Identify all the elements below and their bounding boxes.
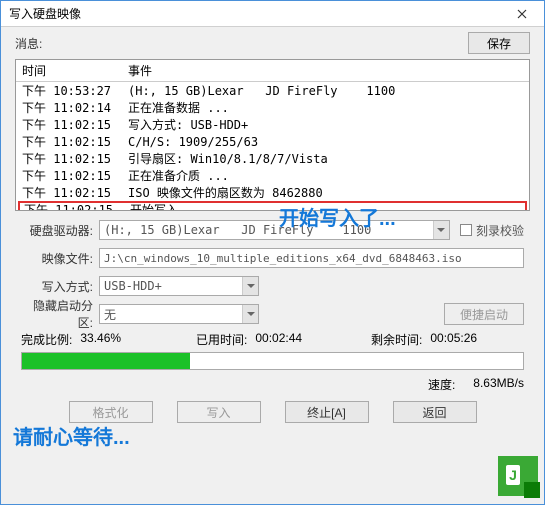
row-image: 映像文件: J:\cn_windows_10_multiple_editions… (21, 247, 524, 269)
log-panel[interactable]: 时间 事件 下午 10:53:27(H:, 15 GB)Lexar JD Fir… (15, 59, 530, 211)
row-hidden: 隐藏启动分区: 无 便捷启动 (21, 303, 524, 325)
window-title: 写入硬盘映像 (5, 5, 504, 22)
portable-boot-button[interactable]: 便捷启动 (444, 303, 524, 325)
write-button[interactable]: 写入 (177, 401, 261, 423)
brand-logo: J (490, 450, 542, 502)
annotation-please-wait: 请耐心等待... (13, 421, 130, 450)
progress-bar (21, 352, 524, 370)
toolbar: 消息: 保存 (1, 27, 544, 55)
row-method: 写入方式: USB-HDD+ (21, 275, 524, 297)
log-row: 下午 11:02:15ISO 映像文件的扇区数为 8462880 (16, 184, 529, 201)
log-header-time: 时间 (22, 62, 128, 79)
save-button[interactable]: 保存 (468, 32, 530, 54)
hidden-value: 无 (100, 306, 242, 323)
logo-text: J (506, 465, 520, 485)
hidden-combo[interactable]: 无 (99, 304, 259, 324)
log-row-highlighted: 下午 11:02:15开始写入 ... (18, 201, 527, 211)
chevron-down-icon (242, 305, 258, 323)
hidden-label: 隐藏启动分区: (21, 297, 99, 331)
completed-label: 完成比例: (21, 331, 72, 348)
progress-section: 完成比例: 33.46% 已用时间: 00:02:44 剩余时间: 00:05:26 (21, 331, 524, 370)
row-drive: 硬盘驱动器: (H:, 15 GB)Lexar JD FireFly 1100 … (21, 219, 524, 241)
speed-row: 速度: 8.63MB/s (21, 376, 524, 393)
info-label: 消息: (15, 35, 42, 52)
method-combo[interactable]: USB-HDD+ (99, 276, 259, 296)
main-window: 写入硬盘映像 消息: 保存 时间 事件 下午 10:53:27(H:, 15 G… (0, 0, 545, 505)
elapsed-value: 00:02:44 (255, 331, 302, 348)
log-row: 下午 11:02:15正在准备介质 ... (16, 167, 529, 184)
progress-labels: 完成比例: 33.46% 已用时间: 00:02:44 剩余时间: 00:05:26 (21, 331, 524, 348)
abort-button[interactable]: 终止[A] (285, 401, 369, 423)
verify-label: 刻录校验 (476, 222, 524, 239)
close-button[interactable] (504, 3, 540, 25)
method-value: USB-HDD+ (100, 279, 242, 293)
remain-value: 00:05:26 (430, 331, 477, 348)
verify-checkbox[interactable]: 刻录校验 (460, 222, 524, 239)
form-area: 硬盘驱动器: (H:, 15 GB)Lexar JD FireFly 1100 … (21, 219, 524, 325)
titlebar: 写入硬盘映像 (1, 1, 544, 27)
close-icon (517, 9, 527, 19)
log-row: 下午 11:02:14正在准备数据 ... (16, 99, 529, 116)
elapsed-label: 已用时间: (196, 331, 247, 348)
completed-value: 33.46% (80, 331, 121, 348)
back-button[interactable]: 返回 (393, 401, 477, 423)
log-row: 下午 11:02:15引导扇区: Win10/8.1/8/7/Vista (16, 150, 529, 167)
checkbox-icon (460, 224, 472, 236)
speed-value: 8.63MB/s (473, 376, 524, 393)
progress-fill (22, 353, 190, 369)
method-label: 写入方式: (21, 278, 99, 295)
drive-label: 硬盘驱动器: (21, 222, 99, 239)
log-row: 下午 10:53:27(H:, 15 GB)Lexar JD FireFly 1… (16, 82, 529, 99)
format-button[interactable]: 格式化 (69, 401, 153, 423)
drive-combo[interactable]: (H:, 15 GB)Lexar JD FireFly 1100 (99, 220, 450, 240)
chevron-down-icon (242, 277, 258, 295)
chevron-down-icon (433, 221, 449, 239)
annotation-start-write: 开始写入了... (279, 202, 396, 231)
speed-label: 速度: (428, 376, 455, 393)
log-row: 下午 11:02:15写入方式: USB-HDD+ (16, 116, 529, 133)
image-label: 映像文件: (21, 250, 99, 267)
image-field[interactable]: J:\cn_windows_10_multiple_editions_x64_d… (99, 248, 524, 268)
button-row: 格式化 写入 终止[A] 返回 (21, 401, 524, 423)
log-header-event: 事件 (128, 62, 523, 79)
log-header: 时间 事件 (16, 60, 529, 82)
log-rows: 下午 10:53:27(H:, 15 GB)Lexar JD FireFly 1… (16, 82, 529, 211)
log-row: 下午 11:02:15C/H/S: 1909/255/63 (16, 133, 529, 150)
remain-label: 剩余时间: (371, 331, 422, 348)
